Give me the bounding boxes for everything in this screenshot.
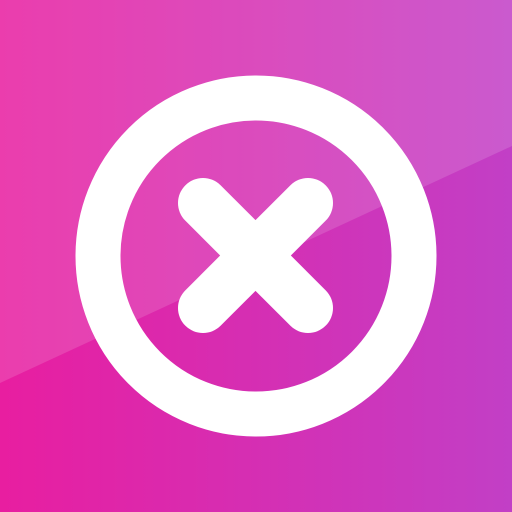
app-icon[interactable]: [0, 0, 512, 512]
close-circle-icon: [0, 0, 512, 512]
